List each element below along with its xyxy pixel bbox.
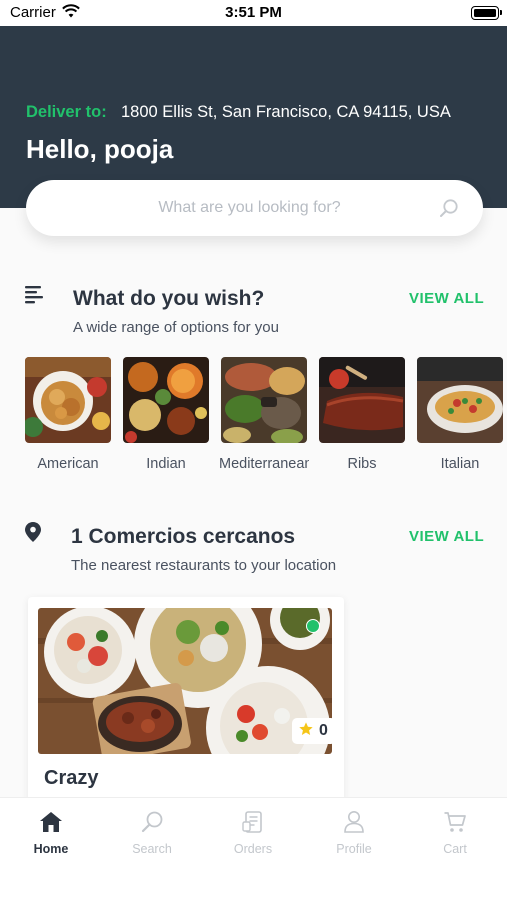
- search-input[interactable]: [66, 180, 433, 236]
- restaurant-image: [38, 608, 332, 754]
- list-icon: [25, 286, 45, 309]
- tab-home[interactable]: Home: [1, 808, 101, 856]
- category-label: Italian: [440, 456, 480, 472]
- category-item-indian[interactable]: Indian: [123, 357, 209, 472]
- rating-badge: 0: [292, 718, 336, 744]
- tab-bar: Home Search Orders Profile Cart: [0, 797, 507, 900]
- tab-label: Home: [33, 842, 69, 856]
- cart-icon: [405, 808, 505, 836]
- tab-label: Search: [132, 842, 172, 856]
- category-image: [123, 357, 209, 443]
- tab-label: Profile: [336, 842, 372, 856]
- nearby-subtitle: The nearest restaurants to your location: [71, 557, 337, 574]
- greeting: Hello, pooja: [26, 134, 174, 164]
- search-bar[interactable]: [26, 180, 483, 236]
- category-item-american[interactable]: American: [25, 357, 111, 472]
- clock: 3:51 PM: [225, 4, 282, 21]
- tab-cart[interactable]: Cart: [405, 808, 505, 856]
- battery-icon: [471, 6, 502, 20]
- nearby-view-all-link[interactable]: VIEW ALL: [409, 528, 484, 545]
- nearby-title: 1 Comercios cercanos: [71, 525, 296, 548]
- categories-title: What do you wish?: [73, 287, 265, 310]
- home-icon: [1, 808, 101, 836]
- category-item-ribs[interactable]: Ribs: [319, 357, 405, 472]
- restaurant-name: Crazy: [44, 767, 99, 789]
- open-status-indicator: [306, 619, 320, 633]
- search-icon[interactable]: [439, 198, 459, 223]
- profile-icon: [304, 808, 404, 836]
- delivery-address[interactable]: 1800 Ellis St, San Francisco, CA 94115, …: [121, 103, 451, 122]
- tab-profile[interactable]: Profile: [304, 808, 404, 856]
- tab-label: Orders: [233, 842, 273, 856]
- categories-view-all-link[interactable]: VIEW ALL: [409, 290, 484, 307]
- tab-search[interactable]: Search: [102, 808, 202, 856]
- category-image: [319, 357, 405, 443]
- category-image: [417, 357, 503, 443]
- star-icon: [298, 721, 314, 742]
- tab-label: Cart: [443, 842, 467, 856]
- location-pin-icon: [25, 522, 41, 547]
- category-label: Indian: [146, 456, 186, 472]
- category-image: [221, 357, 307, 443]
- search-icon: [102, 808, 202, 836]
- deliver-to-label: Deliver to:: [26, 103, 107, 121]
- category-label: Mediterranean: [219, 456, 309, 472]
- status-bar: Carrier 3:51 PM: [0, 0, 507, 26]
- rating-value: 0: [319, 722, 328, 739]
- category-item-italian[interactable]: Italian: [417, 357, 503, 472]
- orders-icon: [203, 808, 303, 836]
- category-carousel[interactable]: American Indian Mediterranean Ribs Itali…: [25, 357, 507, 477]
- category-label: Ribs: [347, 456, 377, 472]
- category-label: American: [37, 456, 99, 472]
- category-image: [25, 357, 111, 443]
- categories-subtitle: A wide range of options for you: [73, 319, 279, 336]
- restaurant-card[interactable]: 0 Crazy: [28, 597, 344, 807]
- category-item-mediterranean[interactable]: Mediterranean: [219, 357, 309, 472]
- tab-orders[interactable]: Orders: [203, 808, 303, 856]
